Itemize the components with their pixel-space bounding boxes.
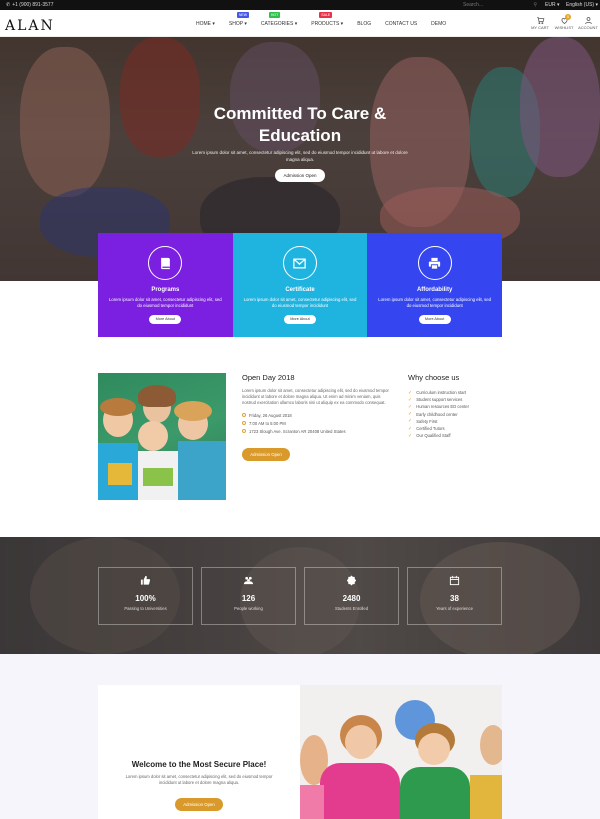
check-icon: ✓ [408,396,413,403]
feature-text: Lorem ipsum dolor sit amet, consectetur … [378,297,491,308]
check-icon: ✓ [408,425,413,432]
feature-more-button[interactable]: More About [418,315,451,324]
stats-section: 100% Passing to Universities 126 People … [0,537,600,654]
list-item: ✓ Safety First [408,418,438,425]
search-icon[interactable]: ⚲ [533,2,537,8]
calendar-icon [449,575,460,586]
check-icon: ✓ [408,389,413,396]
event-address: 1723 Slough Ave. Scranton AR 20408 Unite… [242,427,392,435]
feature-card-affordability: Affordability Lorem ipsum dolor sit amet… [367,233,502,337]
hero-title: Committed To Care & Education [213,104,387,145]
book-icon [160,257,170,269]
nav-categories[interactable]: HOT CATEGORIES ▾ [261,12,297,27]
badge-icon [346,575,357,586]
feature-more-button[interactable]: More About [283,315,316,324]
stat-value: 100% [135,594,156,603]
clock-icon [242,421,246,425]
feature-card-certificate: Certificate Lorem ipsum dolor sit amet, … [232,233,368,337]
stat-people: 126 People working [201,567,296,625]
cart-button[interactable]: MY CART [531,16,549,30]
event-time: 7:00 AM to 5:00 PM [242,419,392,427]
stat-label: Students Enrolled [334,606,369,611]
open-day-section: Open Day 2018 Lorem ipsum dolor sit amet… [242,373,392,435]
check-icon: ✓ [408,411,413,418]
nav-contact[interactable]: CONTACT US [385,21,417,27]
stat-label: Years of experience [436,606,473,611]
cart-icon [536,17,544,25]
feature-title: Affordability [416,287,453,293]
feature-more-button[interactable]: More About [149,315,182,324]
users-icon [243,576,254,585]
check-icon: ✓ [408,403,413,410]
list-item: ✓ Our Qualified Staff [408,432,451,439]
feature-cards: Programs Lorem ipsum dolor sit amet, con… [98,233,502,337]
list-item: ✓ Human resources ED center [408,403,470,410]
envelope-icon [293,258,307,268]
welcome-admission-button[interactable]: Admission Open [175,798,223,811]
stat-years: 38 Years of experience [407,567,502,625]
open-day-text: Lorem ipsum dolor sit amet, consectetur … [242,388,389,405]
open-day-title: Open Day 2018 [242,373,295,382]
hero-admission-button[interactable]: Admission Open [275,169,325,182]
wishlist-count: 0 [565,14,571,20]
why-choose-us: Why choose us ✓ Curriculum instruction st… [408,373,508,439]
stat-value: 2480 [342,594,361,603]
why-title: Why choose us [408,373,460,382]
feature-card-programs: Programs Lorem ipsum dolor sit amet, con… [98,233,233,337]
event-date: Friday, 26 August 2018 [242,411,392,419]
feature-text: Lorem ipsum dolor sit amet, consectetur … [108,297,222,308]
stat-passing: 100% Passing to Universities [98,567,193,625]
user-icon [584,17,592,25]
welcome-photo [300,685,502,819]
nav-badge-sale: SALE [319,12,333,18]
calendar-icon [242,413,246,417]
welcome-text: Lorem ipsum dolor sit amet, consectetur … [125,774,273,785]
open-day-admission-button[interactable]: Admission Open [242,448,290,461]
nav-demo[interactable]: DEMO [431,21,446,27]
account-button[interactable]: ACCOUNT [578,16,598,30]
stat-students: 2480 Students Enrolled [304,567,399,625]
currency-select[interactable]: EUR ▾ [545,2,559,8]
phone-number: +1 (900) 891-3577 [12,2,54,8]
logo[interactable]: ALAN [5,18,55,34]
stat-value: 38 [450,594,459,603]
language-select[interactable]: English (US) ▾ [566,2,598,8]
nav-badge-hot: HOT [268,12,281,18]
list-item: ✓ Early childhood center [408,411,458,418]
nav-products[interactable]: SALE PRODUCTS ▾ [311,12,343,27]
top-bar: ✆ +1 (900) 891-3577 Search... ⚲ EUR ▾ En… [0,0,600,10]
thumbs-up-icon [140,575,151,585]
stat-value: 126 [241,594,256,603]
search-placeholder: Search... [463,2,484,8]
welcome-title: Welcome to the Most Secure Place! [131,760,267,769]
feature-title: Programs [151,287,180,293]
open-day-meta: Friday, 26 August 2018 7:00 AM to 5:00 P… [242,411,392,435]
list-item: ✓ Certified Tutors [408,425,445,432]
search-input[interactable]: Search... ⚲ [463,1,539,9]
list-item: ✓ Student support services [408,396,463,403]
check-icon: ✓ [408,418,413,425]
kids-photo [98,373,226,500]
nav-home[interactable]: HOME ▾ [196,21,215,27]
printer-icon [429,257,441,270]
welcome-section: Welcome to the Most Secure Place! Lorem … [98,685,502,819]
check-icon: ✓ [408,432,413,439]
nav-blog[interactable]: BLOG [357,21,371,27]
header: ALAN HOME ▾ NEW SHOP ▾ HOT CATEGORIES ▾ SA… [0,10,600,37]
nav-badge-new: NEW [236,12,250,18]
wishlist-button[interactable]: 0 WISHLIST [555,14,573,30]
location-icon [242,429,246,433]
feature-title: Certificate [285,287,315,293]
nav-shop[interactable]: NEW SHOP ▾ [229,12,250,27]
list-item: ✓ Curriculum instruction start [408,389,467,396]
feature-text: Lorem ipsum dolor sit amet, consectetur … [243,297,357,308]
stat-label: People working [234,606,263,611]
stat-label: Passing to Universities [124,606,167,611]
main-nav: HOME ▾ NEW SHOP ▾ HOT CATEGORIES ▾ SALE PRO… [196,12,460,27]
phone-icon: ✆ [6,2,11,8]
why-list: ✓ Curriculum instruction start ✓ Student s… [408,389,508,439]
phone-info[interactable]: ✆ +1 (900) 891-3577 [6,2,54,8]
header-icons: MY CART 0 WISHLIST ACCOUNT [531,14,598,30]
hero-text: Lorem ipsum dolor sit amet, consectetur … [192,150,408,162]
